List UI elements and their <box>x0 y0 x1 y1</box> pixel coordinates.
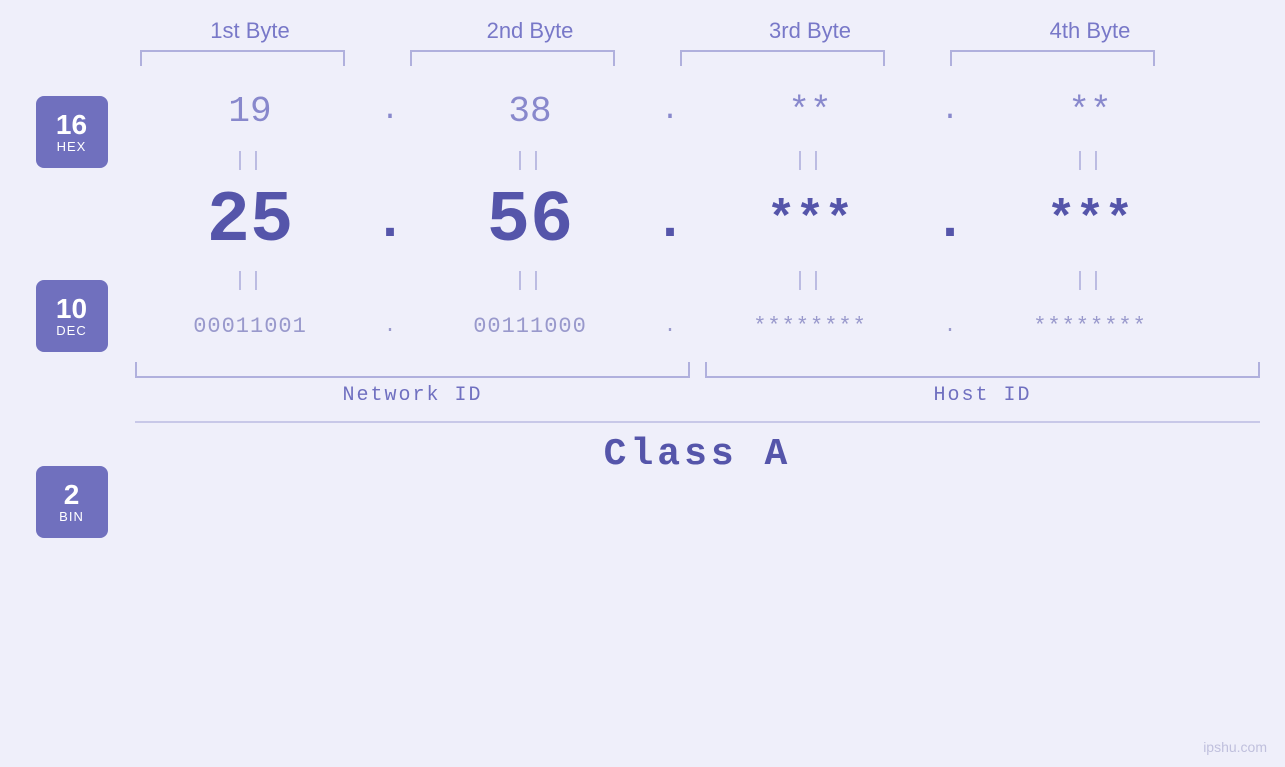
host-id-label: Host ID <box>705 384 1260 407</box>
bin-b3: ******** <box>695 314 925 339</box>
bracket-byte2 <box>410 50 615 66</box>
bracket-byte1 <box>140 50 345 66</box>
dec-b1: 25 <box>135 180 365 262</box>
bin-b4: ******** <box>975 314 1205 339</box>
dec-b4: *** <box>975 194 1205 248</box>
dec-badge-label: DEC <box>56 323 86 338</box>
dec-badge-number: 10 <box>56 295 87 323</box>
eq1-b1: || <box>135 150 365 173</box>
watermark: ipshu.com <box>1203 739 1267 755</box>
network-id-label: Network ID <box>135 384 690 407</box>
bin-dot1: . <box>365 315 415 338</box>
dec-values-row: 25 . 56 . *** . *** <box>135 176 1285 266</box>
hex-dot2: . <box>645 94 695 128</box>
dec-b3: *** <box>695 194 925 248</box>
badges-column: 16 HEX 10 DEC 2 BIN <box>0 76 135 538</box>
main-area: 16 HEX 10 DEC 2 BIN <box>0 76 1285 538</box>
hex-badge: 16 HEX <box>36 96 108 168</box>
eq2-b3: || <box>695 270 925 293</box>
byte3-header: 3rd Byte <box>695 18 925 44</box>
equals-row-1: || || || || <box>135 146 1285 176</box>
dec-badge-wrapper: 10 DEC <box>36 280 108 352</box>
dec-dot3: . <box>925 190 975 253</box>
byte-headers-row: 1st Byte 2nd Byte 3rd Byte 4th Byte <box>0 0 1285 44</box>
dec-dot1: . <box>365 190 415 253</box>
dec-badge: 10 DEC <box>36 280 108 352</box>
bin-b2: 00111000 <box>415 314 645 339</box>
equals-row-2: || || || || <box>135 266 1285 296</box>
byte4-header: 4th Byte <box>975 18 1205 44</box>
eq2-b1: || <box>135 270 365 293</box>
bin-values-row: 00011001 . 00111000 . ******** . *******… <box>135 296 1285 356</box>
byte2-header: 2nd Byte <box>415 18 645 44</box>
hex-badge-wrapper: 16 HEX <box>36 96 108 168</box>
class-row: Class A <box>135 421 1260 476</box>
values-grid: 19 . 38 . ** . ** || || || || 25 <box>135 76 1285 538</box>
byte1-header: 1st Byte <box>135 18 365 44</box>
network-bracket <box>135 362 690 378</box>
bin-badge: 2 BIN <box>36 466 108 538</box>
hex-b3: ** <box>695 91 925 132</box>
host-bracket <box>705 362 1260 378</box>
dec-b2: 56 <box>415 180 645 262</box>
bracket-byte3 <box>680 50 885 66</box>
hex-b4: ** <box>975 91 1205 132</box>
bin-dot3: . <box>925 315 975 338</box>
hex-values-row: 19 . 38 . ** . ** <box>135 76 1285 146</box>
top-brackets <box>0 50 1285 66</box>
dec-dot2: . <box>645 190 695 253</box>
bin-b1: 00011001 <box>135 314 365 339</box>
eq1-b4: || <box>975 150 1205 173</box>
hex-b2: 38 <box>415 91 645 132</box>
bottom-brackets-row <box>135 362 1285 378</box>
hex-badge-number: 16 <box>56 111 87 139</box>
id-labels-row: Network ID Host ID <box>135 384 1285 407</box>
eq1-b2: || <box>415 150 645 173</box>
hex-badge-label: HEX <box>57 139 87 154</box>
eq2-b4: || <box>975 270 1205 293</box>
hex-b1: 19 <box>135 91 365 132</box>
bin-badge-label: BIN <box>59 509 84 524</box>
hex-dot1: . <box>365 94 415 128</box>
eq1-b3: || <box>695 150 925 173</box>
bin-dot2: . <box>645 315 695 338</box>
bin-badge-number: 2 <box>64 481 80 509</box>
page-container: 1st Byte 2nd Byte 3rd Byte 4th Byte 16 H… <box>0 0 1285 767</box>
eq2-b2: || <box>415 270 645 293</box>
bracket-byte4 <box>950 50 1155 66</box>
bin-badge-wrapper: 2 BIN <box>36 466 108 538</box>
class-label: Class A <box>604 433 792 476</box>
hex-dot3: . <box>925 94 975 128</box>
